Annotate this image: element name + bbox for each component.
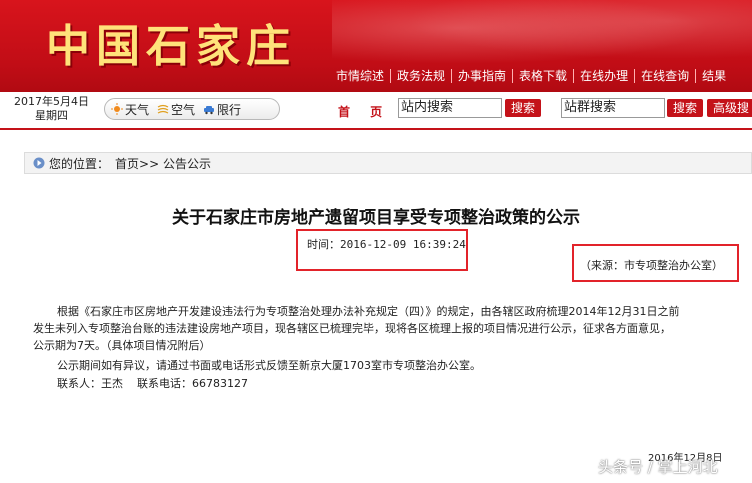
nav-item-regulations[interactable]: 政务法规 xyxy=(390,69,451,83)
site-search-input[interactable]: 站内搜索 xyxy=(398,98,502,118)
paragraph-1-line-1: 根据《石家庄市区房地产开发建设违法行为专项整治处理办法补充规定（四）》的规定，由… xyxy=(57,305,680,318)
breadcrumb: 您的位置： 首页>> 公告公示 xyxy=(24,152,752,174)
weather-label: 天气 xyxy=(125,102,150,117)
site-logo[interactable]: 中国石家庄 xyxy=(46,10,296,74)
nav-item-online-query[interactable]: 在线查询 xyxy=(634,69,695,83)
air-link[interactable]: 空气 xyxy=(157,101,195,118)
nav-item-results[interactable]: 结果 xyxy=(695,69,732,83)
paragraph-2: 公示期间如有异议，请通过书面或电话形式反馈至新京大厦1703室市专项整治办公室。 xyxy=(57,359,481,372)
banner-decoration xyxy=(332,0,752,70)
contact-line: 联系人：王杰 联系电话：66783127 xyxy=(57,377,248,390)
arrow-icon xyxy=(33,157,45,169)
group-search-input[interactable]: 站群搜索 xyxy=(561,98,665,118)
weekday-line: 星期四 xyxy=(35,109,68,122)
home-link[interactable]: 首 页 xyxy=(338,103,390,120)
air-label: 空气 xyxy=(171,102,196,117)
article-title: 关于石家庄市房地产遗留项目享受专项整治政策的公示 xyxy=(172,208,580,228)
traffic-limit-label: 限行 xyxy=(217,102,242,117)
nav-item-overview[interactable]: 市情综述 xyxy=(330,69,390,83)
current-date: 2017年5月4日 星期四 xyxy=(14,95,89,123)
sun-icon xyxy=(111,103,123,115)
site-search-button[interactable]: 搜索 xyxy=(505,99,541,117)
watermark: 头条号 / 掌上河北 xyxy=(598,458,718,476)
advanced-search-button[interactable]: 高级搜 xyxy=(707,99,752,117)
date-line: 2017年5月4日 xyxy=(14,95,89,108)
top-nav: 市情综述 政务法规 办事指南 表格下载 在线办理 在线查询 结果 xyxy=(330,62,732,90)
air-icon xyxy=(157,104,169,114)
publish-time: 时间：2016-12-09 16:39:24 xyxy=(307,238,466,251)
nav-item-forms[interactable]: 表格下载 xyxy=(512,69,573,83)
car-icon xyxy=(204,106,215,115)
article-source: （来源：市专项整治办公室） xyxy=(580,259,723,272)
nav-item-guide[interactable]: 办事指南 xyxy=(451,69,512,83)
nav-item-online-service[interactable]: 在线办理 xyxy=(573,69,634,83)
paragraph-1-line-2: 发生未列入专项整治台账的违法建设房地产项目，现各辖区已梳理完毕，现将各区梳理上报… xyxy=(33,322,671,335)
group-search-button[interactable]: 搜索 xyxy=(667,99,703,117)
weather-pill: 天气 空气 限行 xyxy=(104,98,280,120)
info-bar: 2017年5月4日 星期四 天气 空气 限行 首 页 站内搜索 搜索 站群搜索 … xyxy=(0,92,752,130)
header-banner: 中国石家庄 市情综述 政务法规 办事指南 表格下载 在线办理 在线查询 结果 xyxy=(0,0,752,92)
traffic-limit-link[interactable]: 限行 xyxy=(203,101,241,118)
paragraph-1-line-3: 公示期为7天。（具体项目情况附后） xyxy=(33,339,211,352)
weather-link[interactable]: 天气 xyxy=(111,101,149,118)
breadcrumb-prefix: 您的位置： xyxy=(49,156,110,171)
breadcrumb-path[interactable]: 首页>> 公告公示 xyxy=(115,155,211,172)
